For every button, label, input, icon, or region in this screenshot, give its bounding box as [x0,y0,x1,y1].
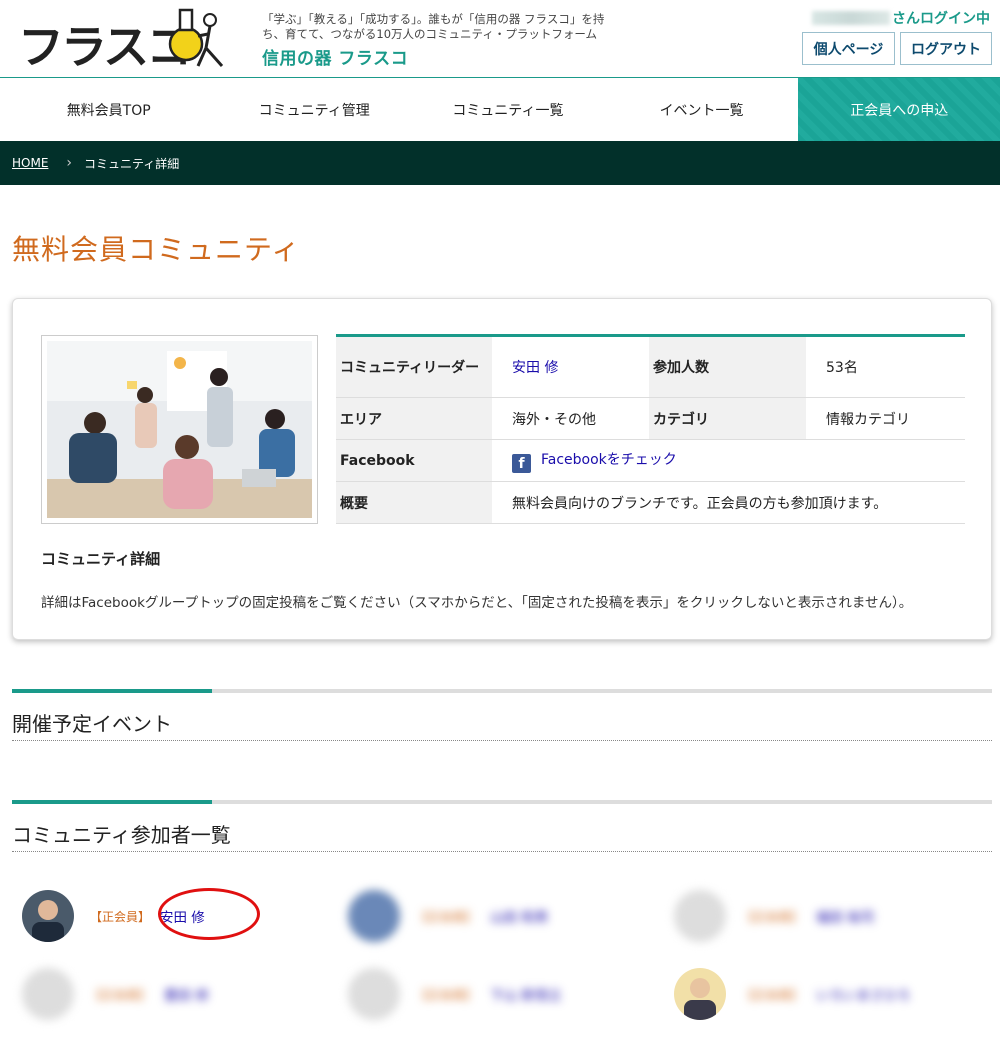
members-heading: コミュニティ参加者一覧 [12,823,231,847]
section-underline [12,740,992,741]
leader-label: コミュニティリーダー [336,335,492,398]
facebook-label: Facebook [336,439,492,482]
member-role: 【正会員】 [742,987,803,1002]
logout-button[interactable]: ログアウト [900,32,992,65]
table-row: エリア 海外・その他 カテゴリ 情報カテゴリ [336,397,965,440]
table-row: コミュニティリーダー 安田 修 参加人数 53名 [336,335,965,398]
meeting-photo [47,341,312,518]
list-item[interactable]: 【正会員】 下山 新悟立 [348,964,562,1024]
page-title: 無料会員コミュニティ [12,233,301,266]
mypage-button[interactable]: 個人ページ [802,32,895,65]
community-card: コミュニティリーダー 安田 修 参加人数 53名 エリア 海外・その他 カテゴリ… [12,298,992,640]
member-role: 【正会員】 [90,987,151,1002]
breadcrumb-home[interactable]: HOME [12,156,48,170]
summary-value: 無料会員向けのブランチです。正会員の方も参加頂けます。 [492,481,965,524]
list-item[interactable]: 【正会員】 山田 和男 [348,886,548,946]
category-value: 情報カテゴリ [806,397,965,440]
breadcrumb-current: コミュニティ詳細 [84,156,180,171]
avatar[interactable] [22,890,74,942]
section-divider [12,800,992,804]
main-nav: 無料会員TOP コミュニティ管理 コミュニティ一覧 イベント一覧 正会員への申込 [0,78,1000,141]
events-heading: 開催予定イベント [12,712,172,736]
avatar[interactable] [348,890,400,942]
site-header: フラスコ 「学ぶ」「教える」「成功する」。誰もが「信用の器 フラスコ」を持ち、育… [0,0,1000,78]
nav-community-manage[interactable]: コミュニティ管理 [217,78,411,141]
nav-free-top[interactable]: 無料会員TOP [0,78,217,141]
chevron-right-icon: › [66,155,73,171]
table-row: 概要 無料会員向けのブランチです。正会員の方も参加頂けます。 [336,481,965,524]
member-name-link[interactable]: 豊田 修 [164,984,209,1004]
events-section: 開催予定イベント [12,689,992,741]
table-row: Facebook f Facebookをチェック [336,439,965,482]
member-role: 【正会員】 [416,909,477,924]
avatar[interactable] [348,968,400,1020]
login-status-text: さんログイン中 [892,11,990,27]
logo[interactable]: フラスコ [16,6,231,72]
logo-text: フラスコ [18,20,189,72]
nav-community-list[interactable]: コミュニティ一覧 [411,78,605,141]
blurred-username [812,11,890,25]
section-underline [12,851,992,852]
member-name-link[interactable]: 下山 新悟立 [490,984,562,1004]
avatar[interactable] [674,890,726,942]
facebook-link[interactable]: Facebookをチェック [541,452,677,468]
category-label: カテゴリ [649,397,806,440]
community-photo [41,335,318,524]
list-item[interactable]: 【正会員】 福田 裕司 [674,886,874,946]
breadcrumb: HOME › コミュニティ詳細 [0,141,1000,185]
highlight-circle [158,888,260,940]
facebook-icon[interactable]: f [512,453,531,473]
site-name: 信用の器 フラスコ [262,49,409,69]
members-count: 53名 [806,335,965,398]
leader-link[interactable]: 安田 修 [512,360,558,376]
detail-text: 詳細はFacebookグループトップの固定投稿をご覧ください（スマホからだと、「… [41,595,913,611]
tagline: 「学ぶ」「教える」「成功する」。誰もが「信用の器 フラスコ」を持ち、育てて、つな… [262,12,605,41]
summary-label: 概要 [336,481,492,524]
login-status: さんログイン中 [812,8,990,28]
member-role: 【正会員】 [90,909,151,924]
list-item[interactable]: 【正会員】 豊田 修 [22,964,209,1024]
member-role: 【正会員】 [416,987,477,1002]
area-label: エリア [336,397,492,440]
flask-icon [168,8,224,67]
community-info-table: コミュニティリーダー 安田 修 参加人数 53名 エリア 海外・その他 カテゴリ… [336,334,965,524]
avatar[interactable] [674,968,726,1020]
members-section: コミュニティ参加者一覧 [12,800,992,852]
avatar[interactable] [22,968,74,1020]
member-name-link[interactable]: いろいまさひろ [816,984,911,1004]
member-role: 【正会員】 [742,909,803,924]
members-count-label: 参加人数 [649,335,806,398]
list-item[interactable]: 【正会員】 いろいまさひろ [674,964,911,1024]
nav-regular-member-signup[interactable]: 正会員への申込 [798,78,1000,141]
section-divider [12,689,992,693]
member-name-link[interactable]: 山田 和男 [490,906,548,926]
area-value: 海外・その他 [492,397,649,440]
detail-title: コミュニティ詳細 [41,550,161,568]
member-name-link[interactable]: 福田 裕司 [816,906,874,926]
nav-event-list[interactable]: イベント一覧 [605,78,799,141]
